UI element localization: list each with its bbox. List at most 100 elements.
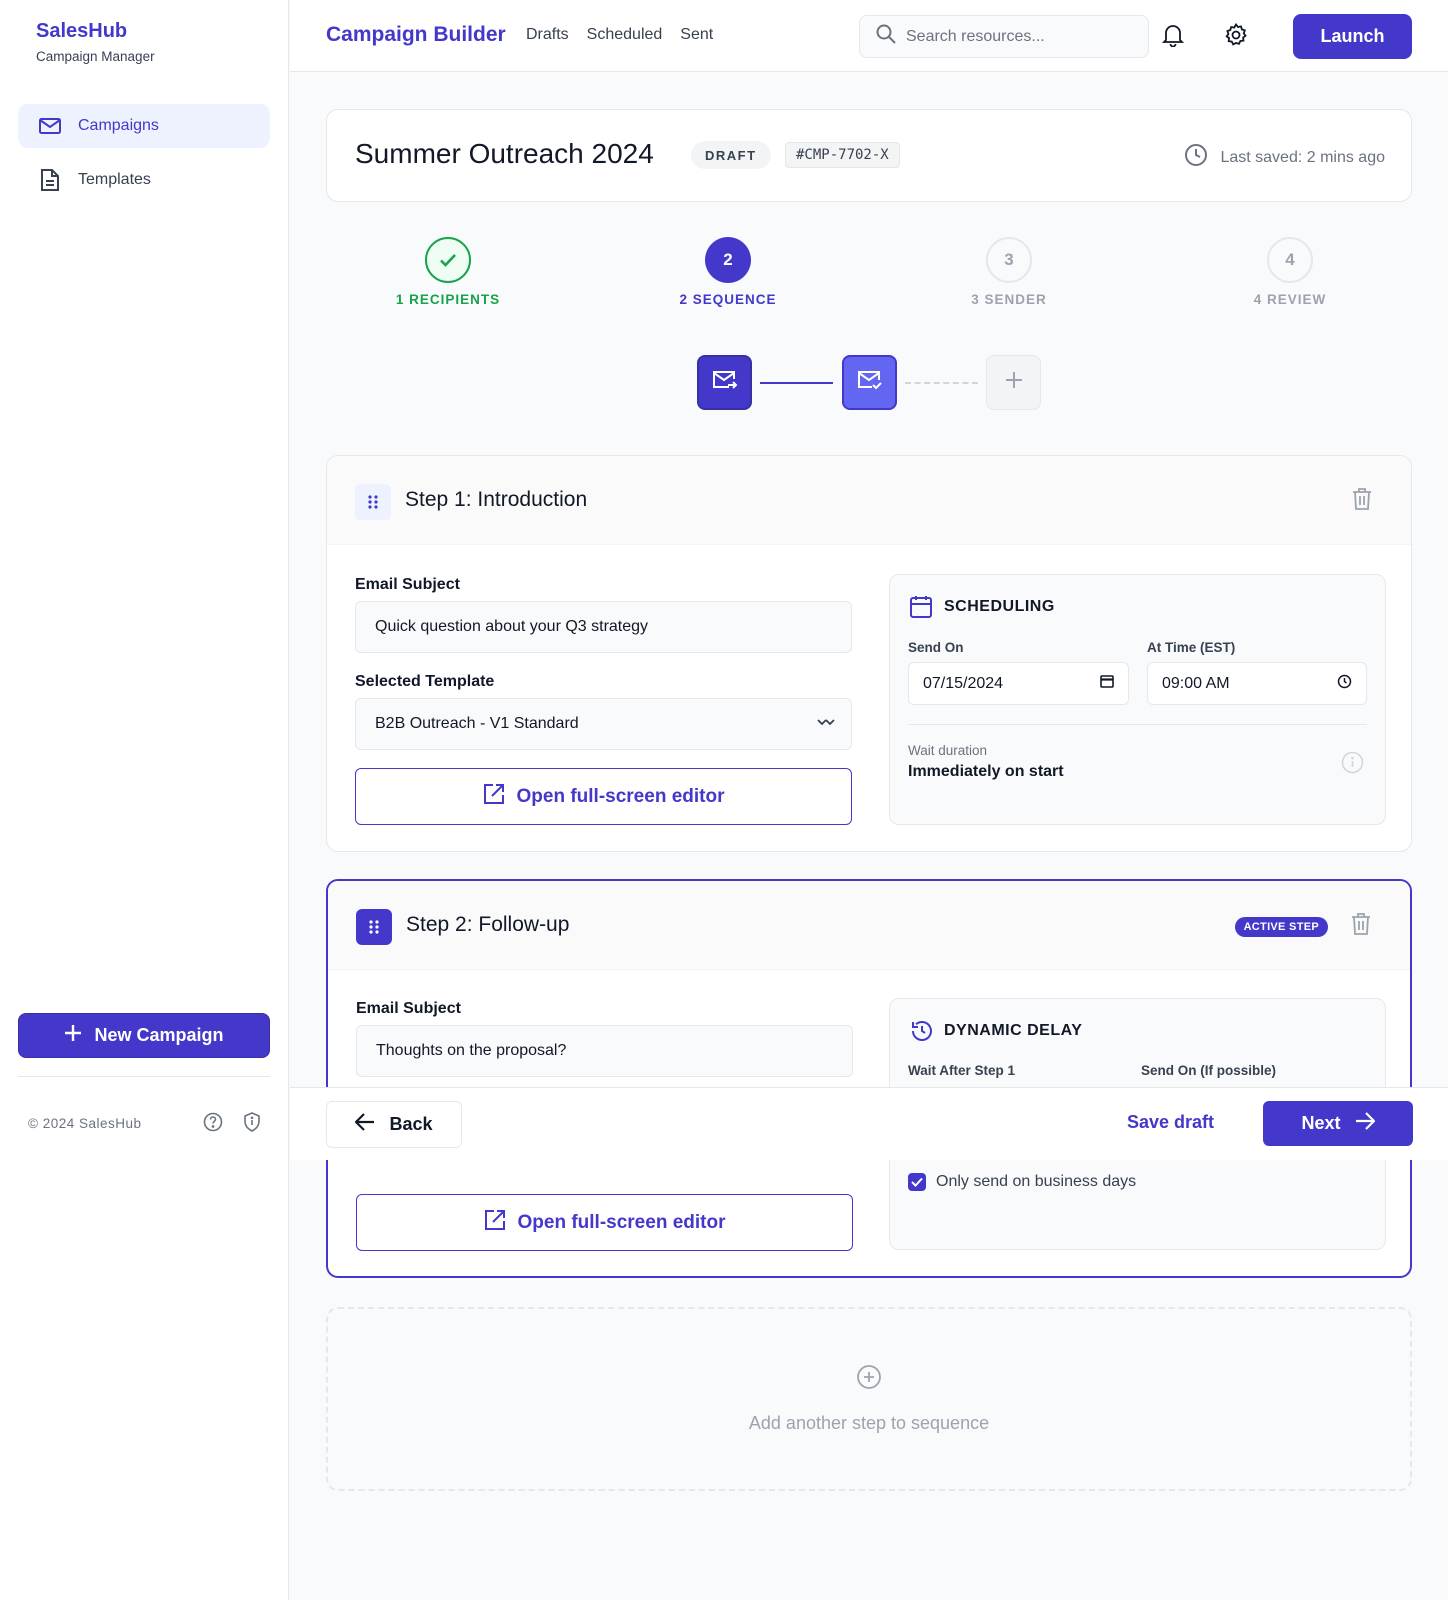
tab-sent[interactable]: Sent [680, 26, 713, 44]
next-label: Next [1301, 1113, 1341, 1133]
sidebar-footer: © 2024 SalesHub [0, 1087, 289, 1159]
help-icon[interactable] [203, 1112, 223, 1135]
back-label: Back [389, 1114, 433, 1134]
trash-icon[interactable] [1348, 911, 1374, 937]
subject-input[interactable]: Thoughts on the proposal? [356, 1025, 853, 1077]
sidebar-divider [18, 1076, 270, 1077]
page-title: Summer Outreach 2024 [355, 138, 654, 169]
drag-handle-icon[interactable] [356, 909, 392, 945]
panel-divider [908, 724, 1367, 725]
open-editor-label: Open full-screen editor [517, 1211, 726, 1233]
flow-connector [760, 382, 833, 384]
time-value: 09:00 AM [1162, 674, 1230, 692]
send-on-date-input[interactable]: 07/15/2024 [908, 662, 1129, 705]
shield-icon[interactable] [243, 1111, 261, 1135]
flow-node-step-1[interactable] [697, 355, 752, 410]
action-bar: Back Save draft Next [290, 1087, 1448, 1160]
top-tabs: Drafts Scheduled Sent [526, 26, 713, 44]
business-days-checkbox[interactable]: Only send on business days [908, 1173, 1136, 1191]
send-on-value: 07/15/2024 [923, 674, 1004, 692]
send-on-label: Send On [908, 640, 964, 655]
plus-icon [1005, 371, 1023, 394]
step-number: 3 [986, 237, 1032, 283]
panel-title: SCHEDULING [944, 598, 1055, 615]
send-time-input[interactable]: 09:00 AM [1147, 662, 1367, 705]
tab-drafts[interactable]: Drafts [526, 26, 569, 44]
subject-label: Email Subject [356, 1000, 461, 1017]
step-label: 3 SENDER [971, 292, 1047, 307]
chevron-down-icon [817, 715, 835, 733]
step-card-introduction: Step 1: Introduction Email Subject Quick… [326, 455, 1412, 852]
flow-node-step-2[interactable] [842, 355, 897, 410]
subject-label: Email Subject [355, 576, 460, 593]
search-input[interactable] [906, 27, 1126, 46]
save-draft-button[interactable]: Save draft [1127, 1112, 1214, 1133]
add-step-button[interactable]: Add another step to sequence [326, 1307, 1412, 1491]
wait-duration-value: Immediately on start [908, 763, 1064, 780]
mail-check-icon [857, 369, 883, 396]
document-icon [38, 168, 62, 192]
next-button[interactable]: Next [1263, 1101, 1413, 1146]
sidebar-item-label: Templates [78, 171, 151, 188]
sidebar-item-label: Campaigns [78, 117, 159, 134]
template-select[interactable]: B2B Outreach - V1 Standard [355, 698, 852, 750]
step-title: Step 2: Follow-up [406, 913, 570, 936]
calendar-icon [910, 595, 932, 624]
stepper-step-sender[interactable]: 3 3 SENDER [929, 237, 1089, 307]
brand: SalesHub Campaign Manager [36, 20, 155, 64]
search-box[interactable] [859, 15, 1149, 58]
arrow-right-icon [1355, 1112, 1376, 1135]
business-days-label: Only send on business days [936, 1173, 1137, 1190]
clock-icon [1184, 143, 1208, 172]
top-header: Campaign Builder Drafts Scheduled Sent L… [290, 0, 1448, 72]
wait-after-label: Wait After Step 1 [908, 1063, 1016, 1078]
search-icon [876, 24, 896, 49]
plus-circle-icon [856, 1364, 882, 1395]
plus-icon [64, 1024, 82, 1047]
campaign-id: #CMP-7702-X [785, 142, 900, 168]
arrow-left-icon [354, 1113, 375, 1136]
gear-icon[interactable] [1221, 20, 1251, 50]
sidebar-item-campaigns[interactable]: Campaigns [18, 104, 270, 148]
step-number: 2 [705, 237, 751, 283]
open-editor-button[interactable]: Open full-screen editor [356, 1194, 853, 1251]
active-step-badge: ACTIVE STEP [1234, 917, 1328, 937]
subject-input[interactable]: Quick question about your Q3 strategy [355, 601, 852, 653]
drag-handle-icon[interactable] [355, 484, 391, 520]
open-editor-button[interactable]: Open full-screen editor [355, 768, 852, 825]
add-flow-node-button[interactable] [986, 355, 1041, 410]
step-card-follow-up: Step 2: Follow-up ACTIVE STEP Email Subj… [326, 879, 1412, 1278]
stepper-step-sequence[interactable]: 2 2 SEQUENCE [648, 237, 808, 307]
send-on-label: Send On (If possible) [1141, 1063, 1277, 1078]
campaign-header-card: Summer Outreach 2024 DRAFT #CMP-7702-X L… [326, 109, 1412, 202]
history-icon [910, 1019, 934, 1048]
info-icon[interactable] [1341, 751, 1364, 779]
new-campaign-button[interactable]: New Campaign [18, 1013, 270, 1058]
step-card-header: Step 1: Introduction [327, 456, 1411, 545]
sidebar-item-templates[interactable]: Templates [18, 158, 270, 202]
tab-scheduled[interactable]: Scheduled [587, 26, 663, 44]
last-saved: Last saved: 2 mins ago [1184, 143, 1385, 172]
template-value: B2B Outreach - V1 Standard [375, 715, 579, 732]
last-saved-text: Last saved: 2 mins ago [1220, 148, 1385, 166]
launch-button[interactable]: Launch [1293, 14, 1412, 59]
bell-icon[interactable] [1158, 20, 1188, 50]
mail-icon [38, 114, 62, 138]
brand-subtitle: Campaign Manager [36, 49, 155, 64]
mail-send-icon [712, 369, 738, 396]
open-editor-label: Open full-screen editor [516, 785, 725, 807]
time-label: At Time (EST) [1147, 640, 1236, 655]
brand-title: SalesHub [36, 20, 128, 42]
app-title: Campaign Builder [326, 23, 506, 46]
step-label: 1 RECIPIENTS [395, 292, 501, 307]
template-label: Selected Template [355, 673, 495, 690]
trash-icon[interactable] [1349, 486, 1375, 512]
step-number: 4 [1267, 237, 1313, 283]
add-step-label: Add another step to sequence [748, 1413, 990, 1433]
stepper-step-review[interactable]: 4 4 REVIEW [1210, 237, 1370, 307]
stepper-step-recipients[interactable]: 1 RECIPIENTS [368, 237, 528, 307]
panel-title: DYNAMIC DELAY [944, 1022, 1083, 1039]
back-button[interactable]: Back [326, 1101, 462, 1148]
status-badge: DRAFT [691, 141, 771, 169]
new-campaign-label: New Campaign [94, 1025, 224, 1045]
